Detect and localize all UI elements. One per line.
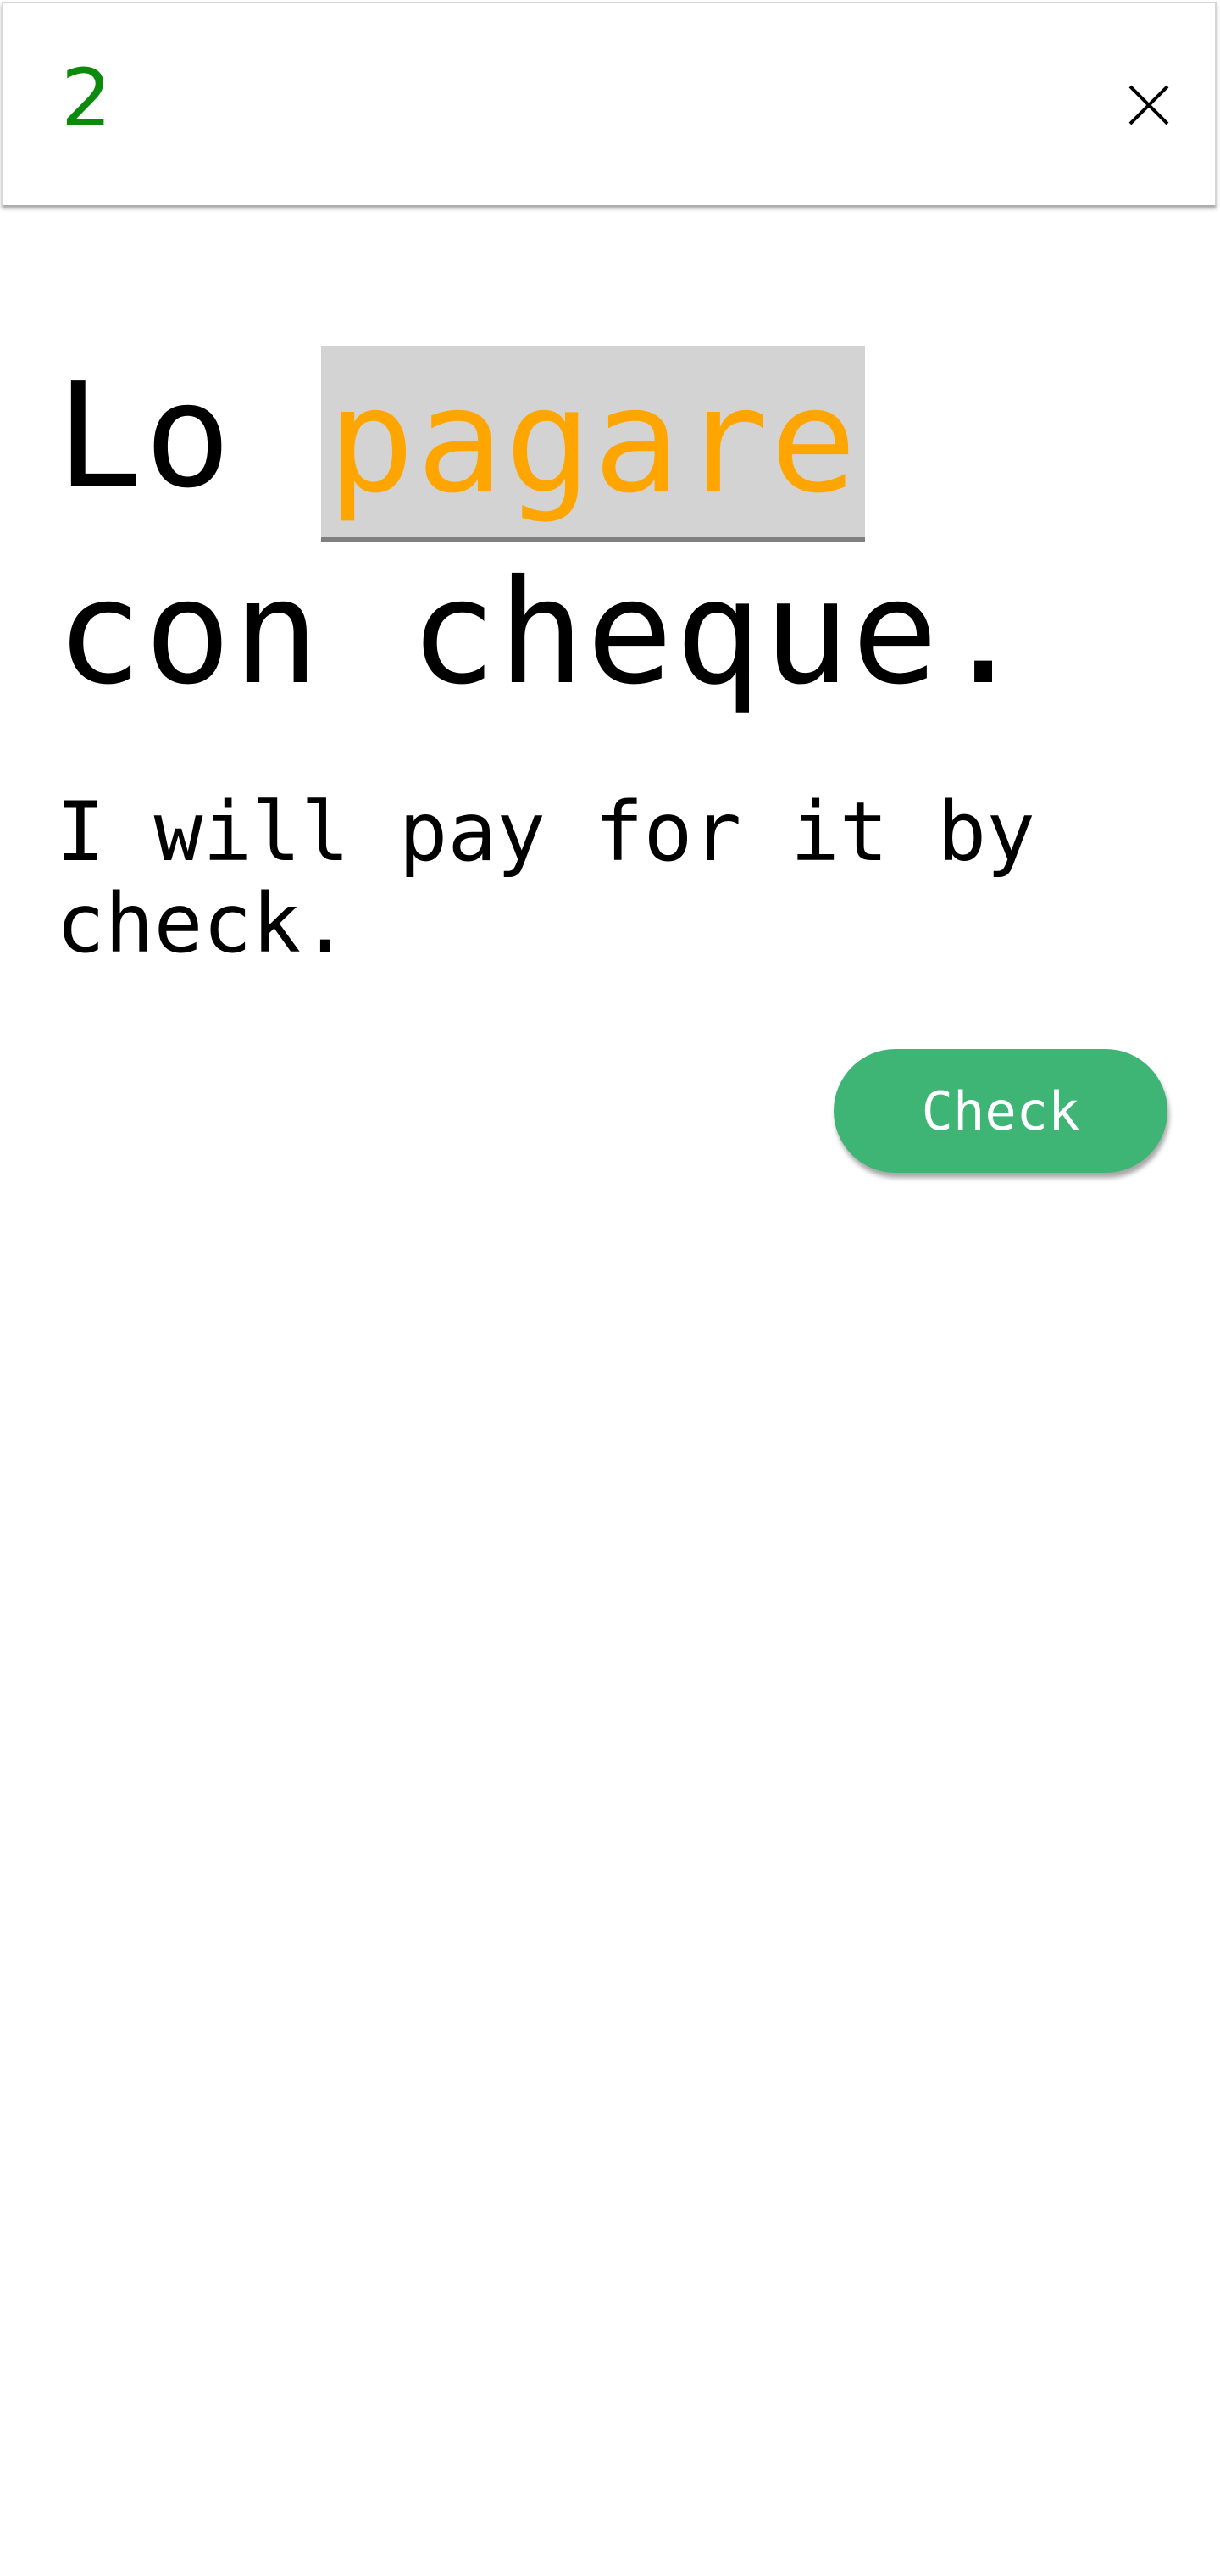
blank-word[interactable]: pagare — [321, 346, 866, 542]
sentence-after: con cheque. — [56, 549, 1029, 717]
sentence-before: Lo — [56, 353, 322, 520]
exercise-sentence: Lo pagare con cheque. — [56, 346, 1174, 724]
close-icon — [1128, 85, 1169, 125]
check-button[interactable]: Check — [834, 1049, 1167, 1173]
top-bar: 2 — [2, 2, 1217, 205]
close-button[interactable] — [1123, 80, 1174, 130]
sentence-translation: I will pay for it by check. — [56, 785, 1035, 971]
progress-counter: 2 — [61, 53, 112, 145]
